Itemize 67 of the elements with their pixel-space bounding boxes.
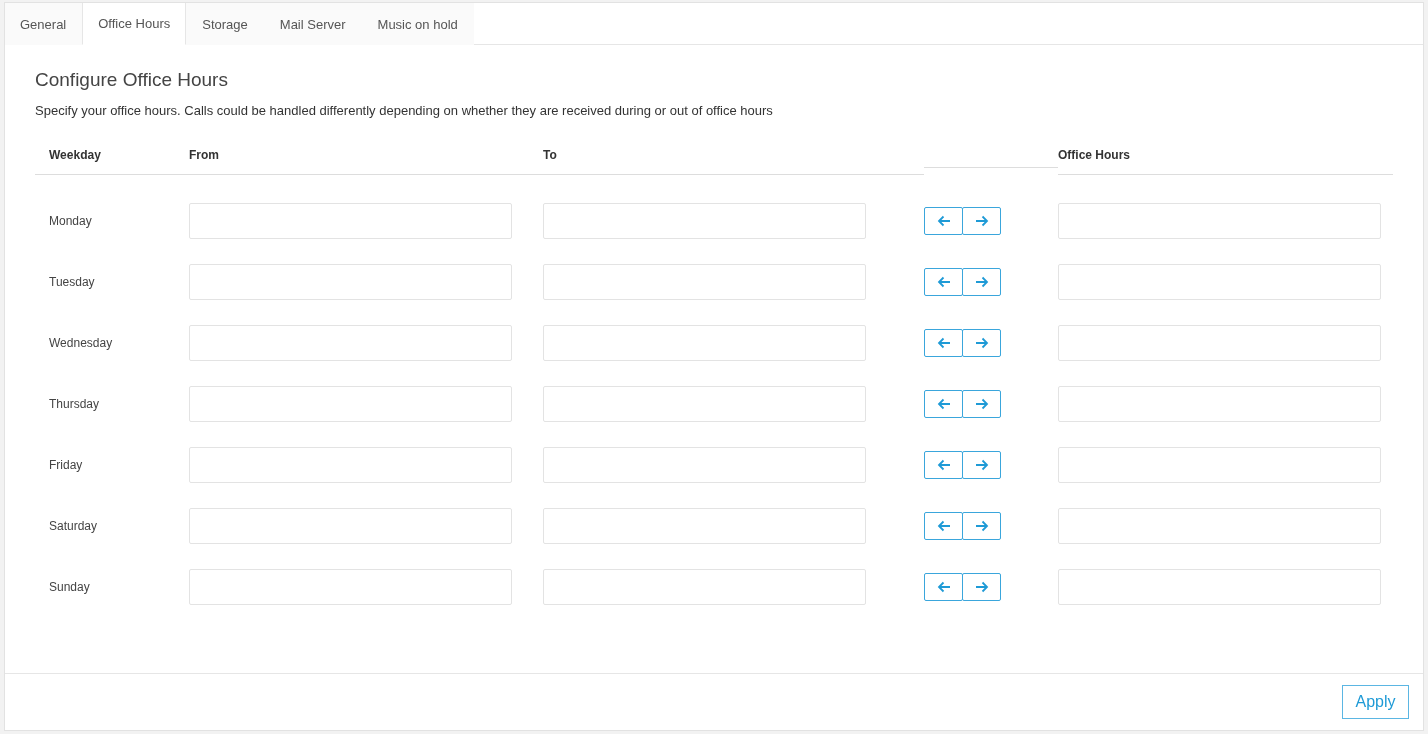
tab[interactable]: Office Hours (82, 3, 187, 45)
to-time-field[interactable] (543, 447, 866, 483)
move-right-button[interactable] (962, 268, 1001, 296)
to-time-field[interactable] (543, 508, 866, 544)
column-header: Office Hours (1058, 148, 1130, 162)
tab[interactable]: Music on hold (361, 3, 474, 45)
weekday-label: Wednesday (48, 336, 114, 350)
left-arrow-icon (936, 520, 951, 532)
office-hours-field[interactable] (1058, 386, 1381, 422)
description-text: Specify your office hours. Calls could be handled differently depending on whether they are received during or out of office hours (35, 103, 774, 118)
move-right-button[interactable] (962, 390, 1001, 418)
right-arrow-icon (974, 520, 989, 532)
weekday-label: Friday (48, 458, 84, 472)
left-arrow-icon (936, 581, 951, 593)
right-arrow-icon (974, 337, 989, 349)
column-header: To (543, 148, 557, 162)
from-time-field[interactable] (189, 325, 512, 361)
move-right-button[interactable] (962, 573, 1001, 601)
tab[interactable]: Mail Server (263, 3, 362, 45)
move-right-button[interactable] (962, 512, 1001, 540)
from-time-field[interactable] (189, 203, 512, 239)
from-time-field[interactable] (189, 264, 512, 300)
left-arrow-icon (936, 276, 951, 288)
from-time-field[interactable] (189, 447, 512, 483)
right-arrow-icon (974, 581, 989, 593)
move-left-button[interactable] (924, 573, 963, 601)
office-hours-field[interactable] (1058, 569, 1381, 605)
weekday-label: Monday (48, 214, 93, 228)
column-header: Weekday (49, 148, 101, 162)
move-right-button[interactable] (962, 329, 1001, 357)
to-time-field[interactable] (543, 264, 866, 300)
office-hours-field[interactable] (1058, 264, 1381, 300)
move-left-button[interactable] (924, 390, 963, 418)
tab[interactable]: Storage (186, 3, 264, 45)
page-heading: Configure Office Hours (35, 69, 229, 91)
from-time-field[interactable] (189, 569, 512, 605)
weekday-label: Tuesday (48, 275, 96, 289)
to-time-field[interactable] (543, 203, 866, 239)
move-left-button[interactable] (924, 451, 963, 479)
right-arrow-icon (974, 459, 989, 471)
to-time-field[interactable] (543, 386, 866, 422)
move-right-button[interactable] (962, 207, 1001, 235)
column-header: From (189, 148, 219, 162)
left-arrow-icon (936, 337, 951, 349)
move-left-button[interactable] (924, 268, 963, 296)
right-arrow-icon (974, 398, 989, 410)
office-hours-field[interactable] (1058, 203, 1381, 239)
from-time-field[interactable] (189, 508, 512, 544)
move-left-button[interactable] (924, 512, 963, 540)
tab[interactable]: General (5, 3, 83, 45)
office-hours-field[interactable] (1058, 447, 1381, 483)
weekday-label: Sunday (48, 580, 91, 594)
move-left-button[interactable] (924, 207, 963, 235)
to-time-field[interactable] (543, 569, 866, 605)
weekday-label: Thursday (48, 397, 101, 411)
from-time-field[interactable] (189, 386, 512, 422)
office-hours-field[interactable] (1058, 325, 1381, 361)
left-arrow-icon (936, 398, 951, 410)
office-hours-field[interactable] (1058, 508, 1381, 544)
right-arrow-icon (974, 215, 989, 227)
left-arrow-icon (936, 459, 951, 471)
right-arrow-icon (974, 276, 989, 288)
left-arrow-icon (936, 215, 951, 227)
to-time-field[interactable] (543, 325, 866, 361)
move-left-button[interactable] (924, 329, 963, 357)
move-right-button[interactable] (962, 451, 1001, 479)
weekday-label: Saturday (48, 519, 99, 533)
